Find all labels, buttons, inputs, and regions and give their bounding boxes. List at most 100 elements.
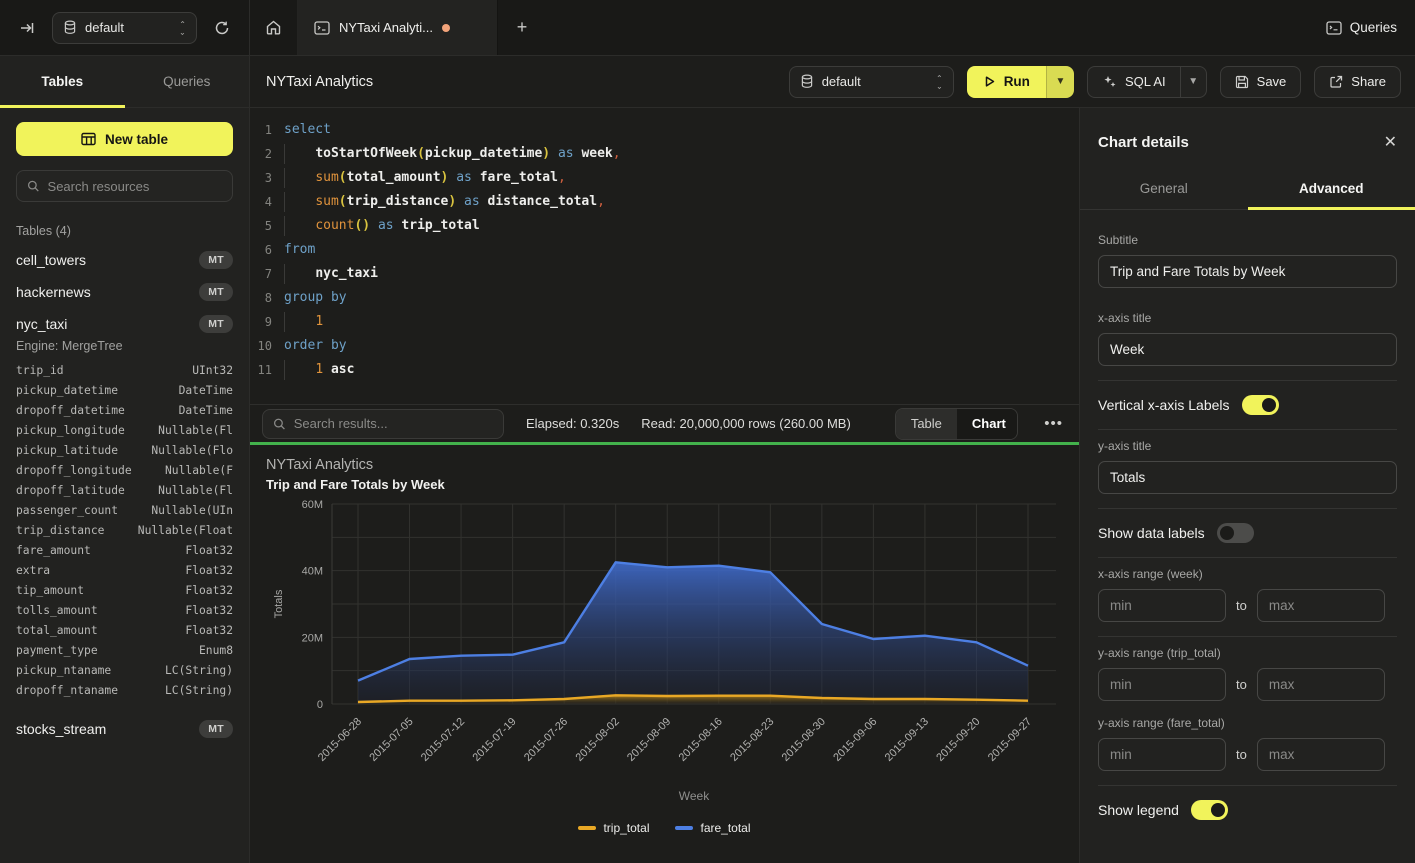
column-extra[interactable]: extraFloat32 bbox=[16, 561, 233, 581]
show-legend-toggle[interactable] bbox=[1191, 800, 1228, 820]
show-legend-row: Show legend bbox=[1098, 786, 1397, 834]
chart-svg: 020M40M60MTotals2015-06-282015-07-052015… bbox=[266, 498, 1066, 816]
code-line-10[interactable]: 10order by bbox=[250, 334, 1079, 358]
code-line-5[interactable]: 5 count() as trip_total bbox=[250, 214, 1079, 238]
x-range-max-input[interactable] bbox=[1257, 589, 1385, 622]
code-line-2[interactable]: 2 toStartOfWeek(pickup_datetime) as week… bbox=[250, 142, 1079, 166]
tab-nytaxi-analytics[interactable]: NYTaxi Analyti... bbox=[298, 0, 498, 55]
x-range-to: to bbox=[1236, 598, 1247, 613]
code-line-8[interactable]: 8group by bbox=[250, 286, 1079, 310]
svg-text:0: 0 bbox=[317, 699, 323, 711]
column-pickup_ntaname[interactable]: pickup_ntanameLC(String) bbox=[16, 661, 233, 681]
close-icon[interactable]: ✕ bbox=[1384, 132, 1397, 152]
y-axis-title-input[interactable] bbox=[1098, 461, 1397, 494]
column-tip_amount[interactable]: tip_amountFloat32 bbox=[16, 581, 233, 601]
collapse-sidebar-icon[interactable] bbox=[12, 13, 42, 43]
column-total_amount[interactable]: total_amountFloat32 bbox=[16, 621, 233, 641]
view-toggle-chart[interactable]: Chart bbox=[957, 409, 1018, 439]
column-dropoff_datetime[interactable]: dropoff_datetimeDateTime bbox=[16, 401, 233, 421]
queries-button[interactable]: Queries bbox=[1326, 20, 1397, 35]
chart-legend: trip_total fare_total bbox=[266, 821, 1063, 835]
code-line-4[interactable]: 4 sum(trip_distance) as distance_total, bbox=[250, 190, 1079, 214]
subtitle-input[interactable] bbox=[1098, 255, 1397, 288]
column-trip_distance[interactable]: trip_distanceNullable(Float bbox=[16, 521, 233, 541]
new-tab-button[interactable]: + bbox=[498, 0, 546, 55]
save-button[interactable]: Save bbox=[1220, 66, 1302, 98]
x-axis-title-label: x-axis title bbox=[1098, 311, 1397, 325]
run-database-selector[interactable]: default ⌃⌃ bbox=[789, 66, 954, 98]
sql-editor[interactable]: 1select2 toStartOfWeek(pickup_datetime) … bbox=[250, 108, 1079, 404]
more-options-icon[interactable]: ••• bbox=[1040, 415, 1067, 432]
tab-advanced[interactable]: Advanced bbox=[1248, 170, 1415, 209]
column-pickup_longitude[interactable]: pickup_longitudeNullable(Fl bbox=[16, 421, 233, 441]
legend-item-fare_total[interactable]: fare_total bbox=[675, 821, 750, 835]
y-axis-title-label: y-axis title bbox=[1098, 439, 1397, 453]
results-search-input[interactable] bbox=[294, 416, 493, 431]
column-trip_id[interactable]: trip_idUInt32 bbox=[16, 361, 233, 381]
sidebar: New table Tables (4) cell_towersMThacker… bbox=[0, 108, 250, 863]
y-range-fare-max-input[interactable] bbox=[1257, 738, 1385, 771]
table-item-hackernews[interactable]: hackernewsMT bbox=[16, 276, 233, 308]
x-tick: 2015-07-26 bbox=[522, 716, 570, 764]
topbar-right: Queries bbox=[1326, 0, 1415, 55]
y-range-trip-to: to bbox=[1236, 677, 1247, 692]
y-range-trip-max-input[interactable] bbox=[1257, 668, 1385, 701]
code-line-11[interactable]: 11 1 asc bbox=[250, 358, 1079, 382]
chart-title: NYTaxi Analytics bbox=[266, 457, 1063, 473]
vertical-labels-toggle[interactable] bbox=[1242, 395, 1279, 415]
column-payment_type[interactable]: payment_typeEnum8 bbox=[16, 641, 233, 661]
column-tolls_amount[interactable]: tolls_amountFloat32 bbox=[16, 601, 233, 621]
tab-strip: NYTaxi Analyti... + bbox=[250, 0, 1326, 55]
data-labels-toggle[interactable] bbox=[1217, 523, 1254, 543]
x-tick: 2015-08-30 bbox=[780, 716, 828, 764]
chart-plot[interactable]: 020M40M60MTotals2015-06-282015-07-052015… bbox=[266, 498, 1063, 819]
resources-search[interactable] bbox=[16, 170, 233, 202]
resources-search-input[interactable] bbox=[48, 179, 222, 194]
x-tick: 2015-09-27 bbox=[986, 716, 1034, 764]
x-axis-title-input[interactable] bbox=[1098, 333, 1397, 366]
share-button[interactable]: Share bbox=[1314, 66, 1401, 98]
column-dropoff_latitude[interactable]: dropoff_latitudeNullable(Fl bbox=[16, 481, 233, 501]
y-range-trip-min-input[interactable] bbox=[1098, 668, 1226, 701]
column-dropoff_ntaname[interactable]: dropoff_ntanameLC(String) bbox=[16, 681, 233, 701]
view-toggle-table[interactable]: Table bbox=[896, 409, 957, 439]
code-line-7[interactable]: 7 nyc_taxi bbox=[250, 262, 1079, 286]
engine-badge: MT bbox=[199, 720, 233, 738]
table-item-stocks_stream[interactable]: stocks_streamMT bbox=[16, 713, 233, 745]
table-item-nyc_taxi[interactable]: nyc_taxiMT bbox=[16, 308, 233, 340]
new-table-button[interactable]: New table bbox=[16, 122, 233, 156]
panel-header: Chart details ✕ bbox=[1080, 108, 1415, 170]
code-line-3[interactable]: 3 sum(total_amount) as fare_total, bbox=[250, 166, 1079, 190]
legend-item-trip_total[interactable]: trip_total bbox=[578, 821, 649, 835]
database-icon bbox=[63, 20, 77, 35]
results-search[interactable] bbox=[262, 409, 504, 439]
column-fare_amount[interactable]: fare_amountFloat32 bbox=[16, 541, 233, 561]
x-range-min-input[interactable] bbox=[1098, 589, 1226, 622]
line-number: 3 bbox=[250, 166, 284, 190]
x-tick: 2015-08-09 bbox=[625, 716, 673, 764]
column-pickup_datetime[interactable]: pickup_datetimeDateTime bbox=[16, 381, 233, 401]
x-tick: 2015-06-28 bbox=[316, 716, 364, 764]
tab-general[interactable]: General bbox=[1080, 170, 1248, 209]
code-line-9[interactable]: 9 1 bbox=[250, 310, 1079, 334]
sql-ai-button[interactable]: SQL AI ▼ bbox=[1087, 66, 1207, 98]
table-item-cell_towers[interactable]: cell_towersMT bbox=[16, 244, 233, 276]
column-passenger_count[interactable]: passenger_countNullable(UIn bbox=[16, 501, 233, 521]
code-line-1[interactable]: 1select bbox=[250, 118, 1079, 142]
sql-ai-caret[interactable]: ▼ bbox=[1180, 66, 1206, 98]
run-options-caret[interactable]: ▼ bbox=[1046, 66, 1074, 98]
column-dropoff_longitude[interactable]: dropoff_longitudeNullable(F bbox=[16, 461, 233, 481]
database-selector[interactable]: default ⌃⌃ bbox=[52, 12, 197, 44]
line-number: 1 bbox=[250, 118, 284, 142]
svg-text:40M: 40M bbox=[302, 566, 323, 578]
sidebar-tab-queries[interactable]: Queries bbox=[125, 56, 250, 107]
x-tick: 2015-09-06 bbox=[831, 716, 879, 764]
refresh-icon[interactable] bbox=[207, 13, 237, 43]
column-pickup_latitude[interactable]: pickup_latitudeNullable(Flo bbox=[16, 441, 233, 461]
run-button[interactable]: Run bbox=[967, 66, 1046, 98]
database-selector-value: default bbox=[85, 20, 171, 35]
code-line-6[interactable]: 6from bbox=[250, 238, 1079, 262]
sidebar-tab-tables[interactable]: Tables bbox=[0, 56, 125, 107]
y-range-fare-min-input[interactable] bbox=[1098, 738, 1226, 771]
home-tab[interactable] bbox=[250, 0, 298, 55]
